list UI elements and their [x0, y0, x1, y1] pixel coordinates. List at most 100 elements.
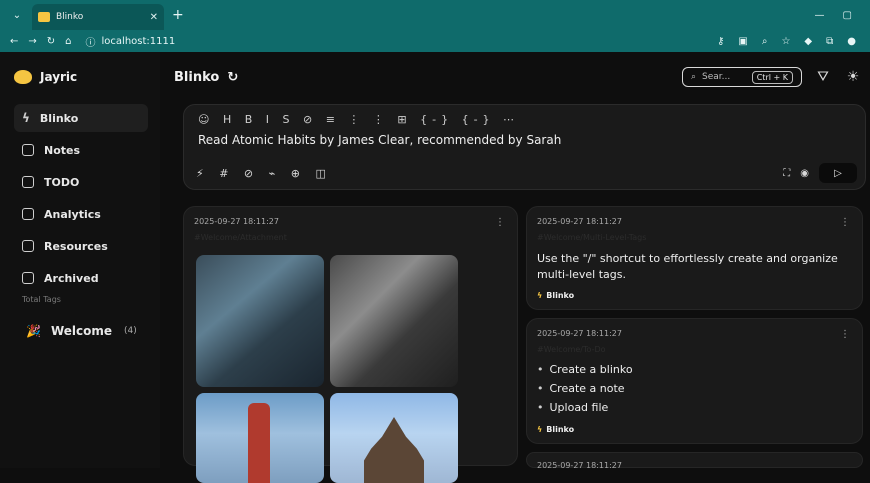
- sidebar-item-label: Archived: [44, 271, 99, 285]
- tab-menu-chevron-icon[interactable]: ⌄: [6, 4, 28, 26]
- note-subtitle: #Welcome/Attachment: [194, 233, 287, 242]
- home-icon[interactable]: ⌂: [65, 36, 71, 47]
- tags-title: Total Tags: [22, 295, 61, 304]
- sidebar-item-resources[interactable]: Resources: [14, 232, 148, 260]
- editor-input[interactable]: Read Atomic Habits by James Clear, recom…: [198, 133, 561, 147]
- sidebar-item-label: Notes: [44, 143, 81, 157]
- main-header: Blinko ↻ ⌕ Sear... Ctrl + K ⛛ ☀: [160, 52, 870, 102]
- note-tag: ϟ Blinko: [537, 425, 574, 434]
- tab-close-icon[interactable]: ✕: [150, 12, 158, 23]
- editor-bottom-tools[interactable]: ⚡ # ⊘ ⌁ ⊕ ◫: [196, 167, 332, 180]
- more-icon[interactable]: ⋮: [495, 217, 505, 228]
- analytics-icon: [22, 208, 34, 220]
- bolt-icon: ϟ: [537, 425, 543, 434]
- extension-icon[interactable]: ◆: [804, 36, 812, 47]
- page-title: Blinko ↻: [174, 70, 238, 85]
- brand-name: Jayric: [40, 70, 78, 84]
- refresh-icon[interactable]: ↻: [227, 70, 238, 85]
- box-icon: [22, 272, 34, 284]
- more-icon[interactable]: ⋮: [840, 217, 850, 228]
- note-card[interactable]: 2025-09-27 18:11:27: [526, 452, 863, 470]
- puzzle-icon[interactable]: ⧉: [826, 36, 833, 47]
- todo-item: Upload file: [537, 401, 633, 414]
- send-icon: ▷: [834, 167, 842, 179]
- note-subtitle: #Welcome/Multi-Level-Tags: [537, 233, 647, 242]
- sidebar-item-label: Blinko: [39, 111, 79, 125]
- page-title-text: Blinko: [174, 69, 220, 85]
- search-icon: ⌕: [691, 72, 697, 82]
- theme-toggle-icon[interactable]: ☀: [844, 69, 862, 85]
- tag-count: (4): [124, 326, 137, 336]
- minimize-icon[interactable]: —: [815, 10, 825, 21]
- address-bar: ← → ↻ ⌂ ⓘ localhost:1111 ⚷ ▣ ⌕ ☆ ◆ ⧉ ●: [0, 30, 870, 52]
- note-time: 2025-09-27 18:11:27: [537, 217, 622, 226]
- filter-icon[interactable]: ⛛: [814, 69, 832, 85]
- database-icon: [22, 240, 34, 252]
- address-actions: ⚷ ▣ ⌕ ☆ ◆ ⧉ ●: [717, 36, 870, 47]
- zoom-icon[interactable]: ⌕: [762, 36, 768, 47]
- note-editor[interactable]: ☺ H B I S ⊘ ≡ ⋮ ⋮ ⊞ {-} {-} ⋯ Read Atomi…: [183, 104, 866, 190]
- image-hands[interactable]: [196, 255, 324, 387]
- sidebar: Jayric ϟ Blinko Notes TODO Analytics Res…: [0, 52, 160, 468]
- search-placeholder: Sear...: [702, 72, 731, 82]
- sidebar-item-label: TODO: [44, 175, 80, 189]
- note-icon: [22, 144, 34, 156]
- note-tag-text: Blinko: [546, 291, 575, 300]
- cast-icon[interactable]: ▣: [738, 36, 747, 47]
- note-tag: ϟ Blinko: [537, 291, 574, 300]
- bolt-icon: ϟ: [537, 291, 543, 300]
- note-card[interactable]: 2025-09-27 18:11:27 ⋮ #Welcome/Attachmen…: [183, 206, 518, 483]
- sidebar-item-label: Resources: [44, 239, 108, 253]
- party-icon: 🎉: [26, 324, 41, 338]
- image-pagoda[interactable]: [330, 393, 458, 483]
- sidebar-item-notes[interactable]: Notes: [14, 136, 148, 164]
- brand: Jayric: [0, 52, 160, 102]
- sidebar-item-archived[interactable]: Archived: [14, 264, 148, 292]
- favicon-icon: [38, 12, 50, 22]
- image-tower[interactable]: [196, 393, 324, 483]
- logo-icon: [14, 70, 32, 84]
- editor-tools-text: ⚡ # ⊘ ⌁ ⊕ ◫: [196, 167, 332, 180]
- note-time: 2025-09-27 18:11:27: [537, 461, 622, 470]
- more-icon[interactable]: ⋮: [840, 329, 850, 340]
- sidebar-item-label: Analytics: [44, 207, 101, 221]
- editor-toolbar[interactable]: ☺ H B I S ⊘ ≡ ⋮ ⋮ ⊞ {-} {-} ⋯: [198, 113, 519, 126]
- sidebar-item-blinko[interactable]: ϟ Blinko: [14, 104, 148, 132]
- preview-icon[interactable]: ◉: [800, 168, 809, 179]
- url-field[interactable]: ⓘ localhost:1111: [86, 34, 176, 49]
- todo-list: Create a blinko Create a note Upload fil…: [537, 363, 633, 420]
- browser-tab[interactable]: Blinko ✕: [32, 4, 164, 30]
- todo-item: Create a blinko: [537, 363, 633, 376]
- key-icon[interactable]: ⚷: [717, 36, 724, 47]
- sidebar-item-todo[interactable]: TODO: [14, 168, 148, 196]
- profile-icon[interactable]: ●: [847, 36, 856, 47]
- note-subtitle: #Welcome/To-Do: [537, 345, 606, 354]
- image-machine[interactable]: [330, 255, 458, 387]
- note-time: 2025-09-27 18:11:27: [537, 329, 622, 338]
- tag-label: Welcome: [50, 324, 113, 338]
- search-input[interactable]: ⌕ Sear... Ctrl + K: [682, 67, 802, 87]
- todo-item: Create a note: [537, 382, 633, 395]
- checkbox-icon: [22, 176, 34, 188]
- browser-tabbar: ⌄ Blinko ✕ + — ▢: [0, 0, 870, 30]
- window-controls: — ▢: [815, 10, 870, 21]
- editor-actions: ⛶ ◉ ▷: [783, 163, 857, 183]
- maximize-icon[interactable]: ▢: [843, 10, 852, 21]
- note-card[interactable]: 2025-09-27 18:11:27 ⋮ #Welcome/To-Do Cre…: [526, 318, 863, 444]
- tag-welcome[interactable]: 🎉 Welcome (4): [26, 324, 137, 338]
- back-icon[interactable]: ←: [10, 36, 18, 47]
- bolt-icon: ϟ: [22, 111, 30, 125]
- sidebar-nav: ϟ Blinko Notes TODO Analytics Resources …: [0, 104, 160, 296]
- url-text: localhost:1111: [101, 35, 176, 47]
- star-icon[interactable]: ☆: [781, 36, 790, 47]
- send-button[interactable]: ▷: [819, 163, 857, 183]
- fullscreen-icon[interactable]: ⛶: [783, 168, 790, 179]
- note-tag-text: Blinko: [546, 425, 575, 434]
- sidebar-item-analytics[interactable]: Analytics: [14, 200, 148, 228]
- reload-icon[interactable]: ↻: [47, 36, 55, 47]
- note-time: 2025-09-27 18:11:27: [194, 217, 279, 226]
- forward-icon[interactable]: →: [28, 36, 36, 47]
- note-card[interactable]: 2025-09-27 18:11:27 ⋮ #Welcome/Multi-Lev…: [526, 206, 863, 310]
- tab-title: Blinko: [56, 12, 84, 22]
- new-tab-button[interactable]: +: [172, 7, 184, 23]
